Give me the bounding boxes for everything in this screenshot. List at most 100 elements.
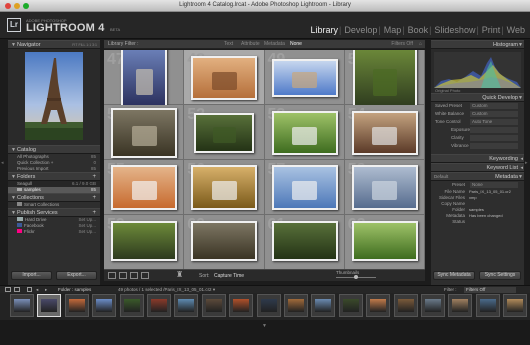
filmstrip-thumbnail[interactable] <box>92 294 117 317</box>
photo-thumbnail[interactable] <box>352 50 417 110</box>
module-book[interactable]: Book <box>408 25 429 35</box>
folders-header[interactable]: ▼ Folders + <box>8 172 100 181</box>
grid-cell[interactable]: 48 <box>184 50 265 105</box>
photo-thumbnail[interactable] <box>111 165 178 210</box>
qd-select[interactable]: Custom <box>470 103 518 109</box>
collapse-filmstrip-icon[interactable]: ▼ <box>262 323 267 329</box>
photo-thumbnail[interactable] <box>194 112 255 153</box>
filmstrip-thumbnail[interactable] <box>201 294 226 317</box>
filter-option-none[interactable]: None <box>290 40 302 49</box>
filter-option-attribute[interactable]: Attribute <box>241 40 260 49</box>
photo-thumbnail[interactable] <box>111 221 177 261</box>
keyword-list-header[interactable]: Keyword List ◂ <box>431 163 524 172</box>
md-value[interactable]: None <box>470 182 518 188</box>
qd-stepper[interactable] <box>470 143 518 149</box>
slider-thumb[interactable] <box>354 275 358 279</box>
publish-services-header[interactable]: ▼ Publish Services + <box>8 208 100 217</box>
photo-thumbnail[interactable] <box>351 165 418 210</box>
compare-view-icon[interactable] <box>130 272 138 279</box>
filter-option-text[interactable]: Text <box>224 40 233 49</box>
grid-cell[interactable]: 53 <box>264 105 345 160</box>
filmstrip-thumbnail[interactable] <box>338 294 363 317</box>
catalog-header[interactable]: ▼ Catalog <box>8 145 100 154</box>
filmstrip-thumbnail[interactable] <box>393 294 418 317</box>
filmstrip-thumbnail[interactable] <box>421 294 445 317</box>
grid-icon[interactable] <box>27 287 32 292</box>
filmstrip-thumbnail[interactable] <box>475 294 500 317</box>
filmstrip-thumbnail[interactable] <box>37 294 62 317</box>
qd-white-balance[interactable]: White Balance Custom <box>431 110 524 118</box>
filmstrip-thumbnail[interactable] <box>174 294 199 317</box>
qd-saved-preset[interactable]: Saved Preset Custom <box>431 102 524 110</box>
survey-view-icon[interactable] <box>141 272 149 279</box>
md-preset[interactable]: Preset None <box>431 181 524 189</box>
grid-cell[interactable]: 61 <box>264 215 345 269</box>
filmstrip-thumbnail[interactable] <box>284 294 308 317</box>
collections-header[interactable]: ▼ Collections + <box>8 193 100 202</box>
filter-preset[interactable]: Filters Off <box>391 40 413 49</box>
filmstrip-thumbnail[interactable] <box>366 294 391 317</box>
add-publish-service-icon[interactable]: + <box>92 209 96 217</box>
qd-select[interactable]: Custom <box>470 111 518 117</box>
filmstrip-thumbnail[interactable] <box>503 294 528 317</box>
loupe-view-icon[interactable] <box>119 272 127 279</box>
photo-thumbnail[interactable] <box>271 221 338 261</box>
grid-cell[interactable]: 54 <box>344 105 425 160</box>
add-collection-icon[interactable]: + <box>92 194 96 202</box>
grid-cell[interactable]: 58 <box>344 160 425 215</box>
photo-thumbnail[interactable] <box>351 221 418 261</box>
photo-thumbnail[interactable] <box>111 107 178 158</box>
main-window-icon[interactable] <box>5 287 11 292</box>
publish-item-flickr[interactable]: Flickr Set Up... <box>8 229 100 235</box>
right-panel-toggle-icon[interactable]: ▸ <box>525 160 528 166</box>
photo-thumbnail[interactable] <box>121 50 168 109</box>
navigator-preview[interactable] <box>8 49 100 145</box>
filmstrip-thumbnail[interactable] <box>10 294 34 317</box>
sync-metadata-button[interactable]: Sync Metadata <box>433 271 475 280</box>
navigator-zoom-options[interactable]: FIT FILL 1:1 3:1 <box>72 41 97 49</box>
grid-cell[interactable]: 52 <box>184 105 265 160</box>
photo-thumbnail[interactable] <box>271 110 338 155</box>
module-map[interactable]: Map <box>384 25 402 35</box>
qd-clarity[interactable]: Clarity <box>431 134 524 142</box>
second-window-icon[interactable] <box>14 287 20 292</box>
sort-select[interactable]: Capture Time <box>214 273 244 279</box>
module-print[interactable]: Print <box>482 25 501 35</box>
histogram-header[interactable]: Histogram ▼ <box>431 40 524 49</box>
module-develop[interactable]: Develop <box>344 25 377 35</box>
module-library[interactable]: Library <box>310 25 338 35</box>
navigator-header[interactable]: ▼ Navigator FIT FILL 1:1 3:1 <box>8 40 100 49</box>
filter-option-metadata[interactable]: Metadata <box>264 40 285 49</box>
grid-cell[interactable]: 47 <box>104 50 185 109</box>
photo-thumbnail[interactable] <box>271 58 338 97</box>
grid-cell[interactable]: 56 <box>184 160 265 215</box>
qd-vibrance[interactable]: Vibrance <box>431 142 524 150</box>
add-folder-icon[interactable]: + <box>92 173 96 181</box>
grid-cell[interactable]: 51 <box>104 105 185 160</box>
filmstrip-thumbnail[interactable] <box>147 294 171 317</box>
grid-cell[interactable]: 62 <box>344 215 425 269</box>
left-panel-toggle-icon[interactable]: ◂ <box>1 160 4 166</box>
grid-cell[interactable]: 49 <box>264 50 345 105</box>
import-button[interactable]: Import... <box>11 271 52 280</box>
filmstrip-thumbnail[interactable] <box>229 294 254 317</box>
photo-thumbnail[interactable] <box>191 165 258 210</box>
module-slideshow[interactable]: Slideshow <box>434 25 475 35</box>
grid-view-icon[interactable] <box>108 272 116 279</box>
photo-thumbnail[interactable] <box>191 55 258 100</box>
filmstrip-thumbnail[interactable] <box>256 294 281 317</box>
filmstrip-thumbnail[interactable] <box>311 294 336 317</box>
setup-link[interactable]: Set Up... <box>78 229 96 235</box>
filmstrip-thumbnail[interactable] <box>448 294 473 317</box>
qd-tone-control[interactable]: Tone Control Auto Tone <box>431 118 524 126</box>
keywording-header[interactable]: Keywording ◂ <box>431 154 524 163</box>
grid-cell[interactable]: 55 <box>104 160 185 215</box>
sync-settings-button[interactable]: Sync Settings <box>479 271 521 280</box>
photo-thumbnail[interactable] <box>191 221 258 261</box>
quick-develop-header[interactable]: Quick Develop ▼ <box>431 93 524 102</box>
qd-stepper[interactable] <box>470 127 518 133</box>
lock-icon[interactable]: ⌂ <box>419 40 422 49</box>
export-button[interactable]: Export... <box>56 271 97 280</box>
grid-cell[interactable]: 57 <box>264 160 345 215</box>
qd-stepper[interactable] <box>470 135 518 141</box>
